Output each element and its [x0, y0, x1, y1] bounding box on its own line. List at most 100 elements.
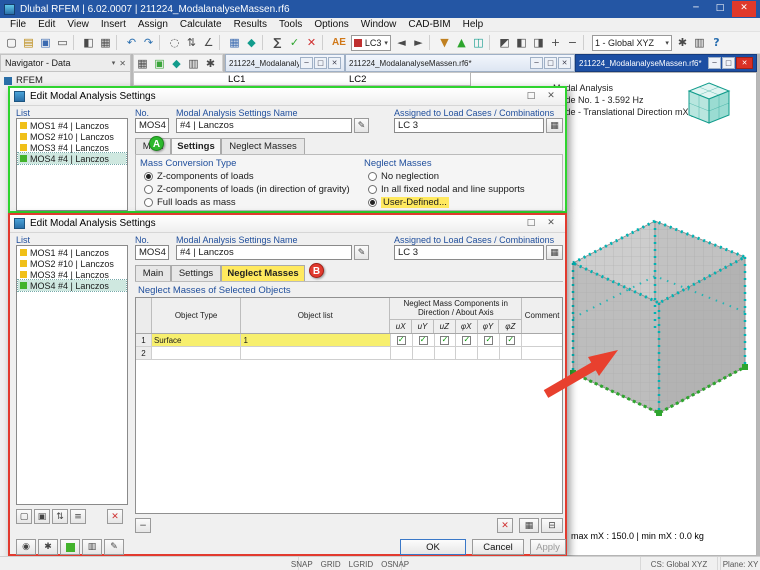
screenshot-icon[interactable]: ◧ [80, 34, 97, 51]
view-xz-icon[interactable]: ◨ [530, 34, 547, 51]
row1-number[interactable]: 1 [136, 334, 152, 346]
menu-item-edit[interactable]: Edit [32, 19, 61, 30]
rename-button[interactable]: ✎ [354, 245, 369, 260]
dialog-edit-button[interactable]: ✎ [104, 539, 124, 555]
row2-number[interactable]: 2 [136, 347, 152, 359]
view-options-icon[interactable]: ✱ [202, 55, 219, 72]
save-icon[interactable]: ▣ [37, 34, 54, 51]
mdi-window3-titlebar[interactable]: 211224_ModalanalyseMassen.rf6* ─ □ ✕ [575, 54, 757, 72]
render-view-icon[interactable]: ◆ [168, 55, 185, 72]
dialog-a-maximize-button[interactable]: □ [521, 90, 541, 104]
row2-check-phiy-cell[interactable] [478, 347, 500, 359]
solid-view-icon[interactable]: ▣ [151, 55, 168, 72]
dialog-a-close-button[interactable]: ✕ [541, 90, 561, 104]
menu-item-assign[interactable]: Assign [132, 19, 174, 30]
window-close-button[interactable]: ✕ [732, 1, 756, 17]
select-objects-icon[interactable]: ◌ [166, 34, 183, 51]
no-field[interactable]: MOS4 [135, 245, 169, 260]
mos-list-item-4-selected[interactable]: MOS4 #4 | Lanczos [18, 280, 126, 291]
radio-icon[interactable] [368, 185, 377, 194]
next-loadcase-icon[interactable]: ► [410, 34, 427, 51]
dialog-settings-gear-button[interactable]: ✱ [38, 539, 58, 555]
row1-object-type-cell[interactable]: Surface [152, 334, 242, 346]
coordinate-system-combo[interactable]: 1 - Global XYZ ▾ [592, 35, 672, 51]
navigator-close-icon[interactable]: ✕ [119, 59, 126, 68]
wireframe-view-icon[interactable]: ▦ [134, 55, 151, 72]
mdi-window1-restore-button[interactable]: □ [314, 57, 327, 69]
radio-icon[interactable] [368, 172, 377, 181]
assigned-loadcases-field[interactable]: LC 3 [394, 118, 544, 133]
mos-list-item-3[interactable]: MOS3 #4 | Lanczos [18, 269, 126, 280]
mdi-window3-minimize-button[interactable]: ─ [708, 57, 721, 69]
panel-icon[interactable]: ▥ [691, 34, 708, 51]
mdi-window1-close-button[interactable]: ✕ [328, 57, 341, 69]
mdi-window1-titlebar[interactable]: 211224_ModalanalyseMassen.rf6* ─ □ ✕ [225, 54, 345, 72]
window-titlebar[interactable]: Dlubal RFEM | 6.02.0007 | 211224_Modalan… [0, 0, 760, 18]
show-results-icon[interactable]: ◫ [470, 34, 487, 51]
clipboard-icon[interactable]: ▦ [97, 34, 114, 51]
checkbox-checked-icon[interactable]: ✓ [484, 336, 493, 345]
checkbox-checked-icon[interactable]: ✓ [462, 336, 471, 345]
display-colors-button[interactable] [60, 539, 80, 555]
display-settings-icon[interactable]: ✱ [674, 34, 691, 51]
mdi-window2-restore-button[interactable]: □ [544, 57, 557, 69]
renumber-settings-button[interactable]: ⇅ [52, 509, 68, 524]
mos-list-item-4-selected[interactable]: MOS4 #4 | Lanczos [18, 153, 126, 164]
navigator-titlebar[interactable]: Navigator - Data ▾ ✕ [0, 54, 131, 72]
previous-loadcase-icon[interactable]: ◄ [393, 34, 410, 51]
window-minimize-button[interactable]: ─ [684, 1, 708, 17]
radio-label[interactable]: Z-components of loads [157, 171, 254, 182]
new-file-icon[interactable]: ▢ [3, 34, 20, 51]
radio-label[interactable]: In all fixed nodal and line supports [381, 184, 525, 195]
mdi-window3-close-button[interactable]: ✕ [736, 57, 753, 69]
radio-icon[interactable] [144, 198, 153, 207]
row2-check-phiz-cell[interactable] [500, 347, 522, 359]
tab-neglect-masses-selected[interactable]: Neglect Masses [221, 265, 305, 281]
dialog-a-titlebar[interactable]: Edit Modal Analysis Settings □ ✕ [10, 88, 565, 106]
redo-icon[interactable]: ↷ [140, 34, 157, 51]
row1-object-list-cell[interactable]: 1 [241, 334, 390, 346]
browse-loadcases-button[interactable]: ▦ [546, 245, 563, 260]
cancel-button[interactable]: Cancel [472, 539, 524, 555]
grid-toggle[interactable]: GRID [321, 560, 341, 569]
copy-settings-button[interactable]: ▣ [34, 509, 50, 524]
navigator-menu-caret-icon[interactable]: ▾ [112, 59, 116, 67]
tables-icon[interactable]: ▦ [226, 34, 243, 51]
graphic-icon[interactable]: ◆ [243, 34, 260, 51]
tab-settings[interactable]: Settings [171, 265, 221, 281]
row2-check-ux-cell[interactable] [391, 347, 413, 359]
mos-list-item-2[interactable]: MOS2 #10 | Lanczos [18, 258, 126, 269]
calculate-icon[interactable]: ∑ [269, 34, 286, 51]
lgrid-toggle[interactable]: LGRID [349, 560, 373, 569]
checkbox-checked-icon[interactable]: ✓ [397, 336, 406, 345]
undo-icon[interactable]: ↶ [123, 34, 140, 51]
row2-object-list-cell[interactable] [241, 347, 390, 359]
open-file-icon[interactable]: ▤ [20, 34, 37, 51]
mos-list-item-3[interactable]: MOS3 #4 | Lanczos [18, 142, 126, 153]
menu-item-file[interactable]: File [4, 19, 32, 30]
tab-main[interactable]: Main [135, 265, 171, 281]
mdi-window2-minimize-button[interactable]: ─ [530, 57, 543, 69]
radio-icon[interactable] [368, 198, 377, 207]
help-icon[interactable]: ? [708, 34, 725, 51]
window-maximize-button[interactable]: □ [708, 1, 732, 17]
no-field[interactable]: MOS4 [135, 118, 169, 133]
apply-button[interactable]: Apply [530, 539, 566, 555]
zoom-out-icon[interactable]: − [564, 34, 581, 51]
mos-list-item-1[interactable]: MOS1 #4 | Lanczos [18, 247, 126, 258]
table-view-button[interactable]: ▦ [519, 518, 539, 533]
browse-loadcases-button[interactable]: ▦ [546, 118, 563, 133]
dialog-b-close-button[interactable]: ✕ [541, 217, 561, 231]
insert-row-button[interactable]: − [135, 518, 151, 533]
navigation-cube-icon[interactable] [685, 79, 733, 127]
checkbox-checked-icon[interactable]: ✓ [440, 336, 449, 345]
menu-item-results[interactable]: Results [228, 19, 273, 30]
radio-label[interactable]: No neglection [381, 171, 439, 182]
row2-check-uz-cell[interactable] [435, 347, 457, 359]
menu-item-options[interactable]: Options [308, 19, 354, 30]
settings-list-button[interactable]: ≡ [70, 509, 86, 524]
radio-icon[interactable] [144, 172, 153, 181]
radio-label[interactable]: User-Defined... [381, 197, 449, 208]
row2-check-phix-cell[interactable] [456, 347, 478, 359]
rename-button[interactable]: ✎ [354, 118, 369, 133]
